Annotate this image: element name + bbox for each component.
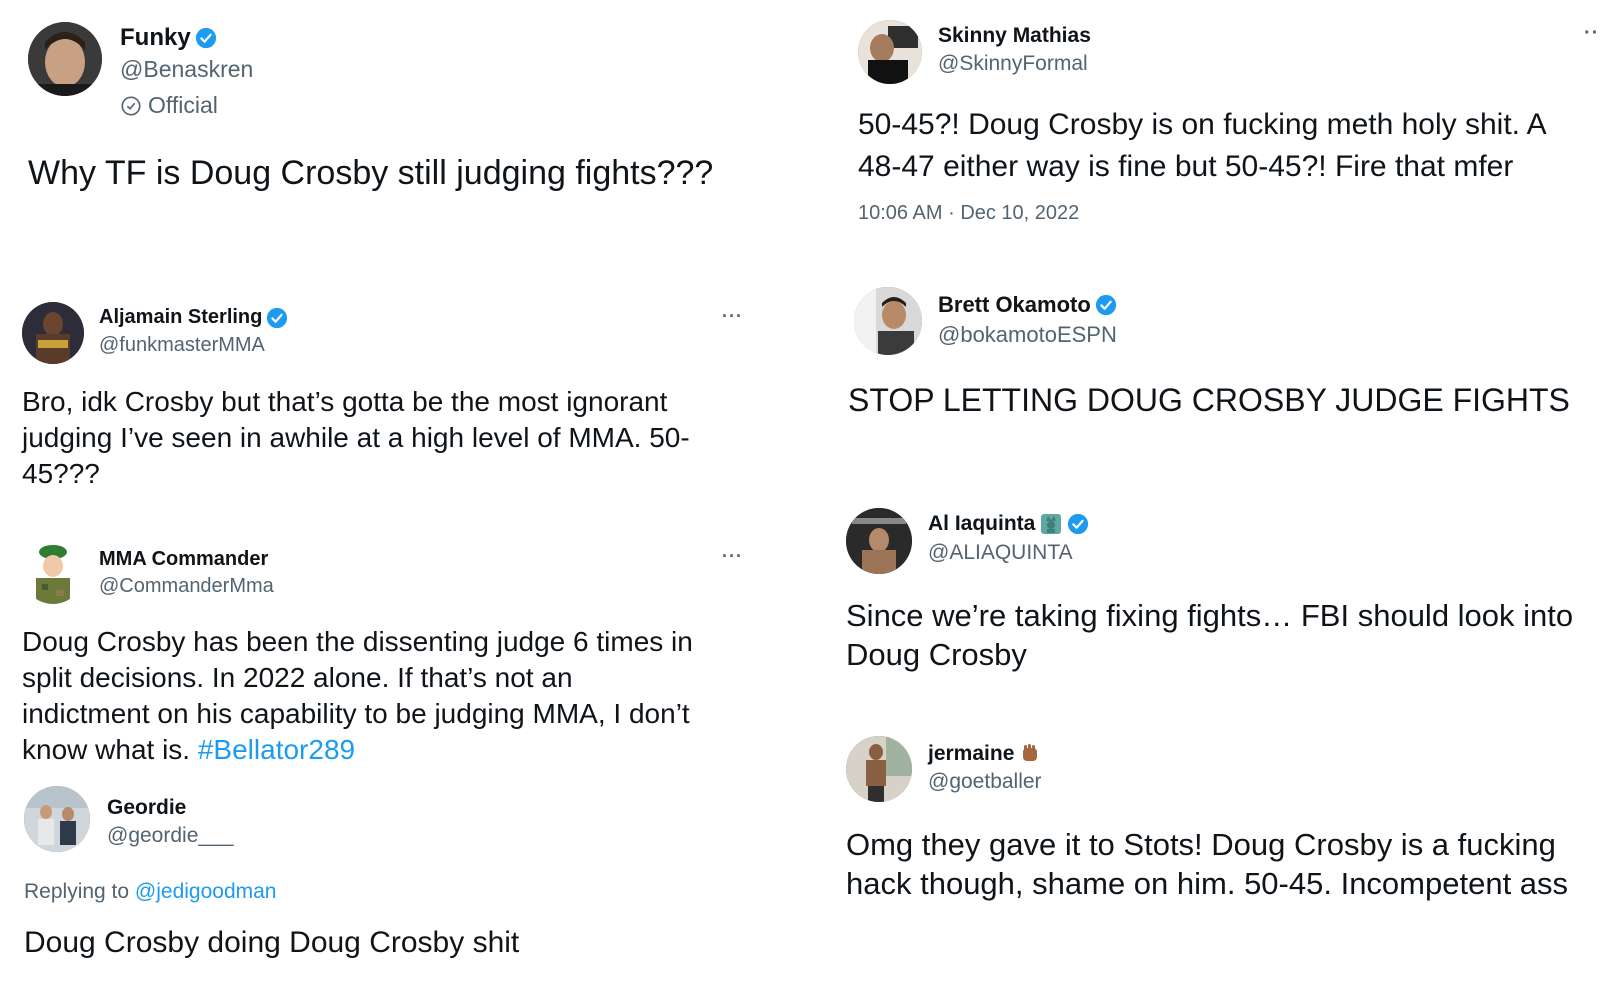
more-options-button[interactable]: ·· (1584, 22, 1599, 45)
tweet-text-line: Bro, idk Crosby but that’s gotta be the … (22, 386, 668, 417)
author-handle[interactable]: @CommanderMma (99, 575, 274, 598)
avatar-image (858, 20, 922, 84)
author-handle[interactable]: @bokamotoESPN (938, 322, 1117, 348)
verified-badge-icon (195, 27, 217, 49)
tweet-text-line: split decisions. In 2022 alone. If that’… (22, 662, 573, 693)
avatar[interactable] (858, 20, 922, 84)
tweet-text: Doug Crosby doing Doug Crosby shit (24, 926, 520, 959)
raised-fist-icon (1018, 742, 1042, 766)
tweet-text-line: 50-45?! Doug Crosby is on fucking meth h… (858, 108, 1547, 141)
tweet-text: STOP LETTING DOUG CROSBY JUDGE FIGHTS (848, 382, 1570, 418)
tweet-text: Why TF is Doug Crosby still judging figh… (28, 154, 714, 192)
tweet-text: 50-45?! Doug Crosby is on fucking meth h… (858, 104, 1547, 188)
avatar[interactable] (854, 287, 922, 355)
author-name-text: jermaine (928, 742, 1015, 765)
author-handle[interactable]: @SkinnyFormal (938, 52, 1088, 76)
author-name-text: Al Iaquinta (928, 512, 1036, 535)
avatar[interactable] (846, 508, 912, 574)
author-name[interactable]: Funky (120, 24, 217, 52)
tweet-text: Doug Crosby has been the dissenting judg… (22, 624, 693, 768)
avatar-image (22, 302, 84, 364)
tweet-text-line: Doug Crosby has been the dissenting judg… (22, 626, 693, 657)
replying-to: Replying to @jedigoodman (24, 880, 276, 904)
tweet-text-line: hack though, shame on him. 50-45. Incomp… (846, 866, 1569, 901)
author-handle[interactable]: @Benaskren (120, 56, 253, 83)
avatar-image (24, 786, 90, 852)
tweet-text-line: 45??? (22, 458, 100, 489)
tweet-timestamp[interactable]: 10:06 AM · Dec 10, 2022 (858, 202, 1079, 225)
separator: · (948, 202, 955, 224)
tweet-text: Bro, idk Crosby but that’s gotta be the … (22, 384, 690, 492)
tweet-text-line: Omg they gave it to Stots! Doug Crosby i… (846, 827, 1556, 862)
avatar[interactable] (22, 302, 84, 364)
avatar-image (846, 508, 912, 574)
official-badge-icon (120, 95, 142, 117)
tweet-text: Omg they gave it to Stots! Doug Crosby i… (846, 825, 1568, 903)
tweet-text-line: know what is. #Bellator289 (22, 732, 693, 768)
author-name[interactable]: MMA Commander (99, 548, 268, 571)
author-name[interactable]: Skinny Mathias (938, 24, 1091, 48)
verified-badge-icon (1095, 294, 1117, 316)
tweet-text-line: 48-47 either way is fine but 50-45?! Fir… (858, 150, 1514, 183)
avatar-image (854, 287, 922, 355)
author-name[interactable]: jermaine (928, 742, 1042, 766)
author-handle[interactable]: @geordie___ (107, 824, 233, 848)
author-name[interactable]: Geordie (107, 796, 186, 820)
official-label: Official (120, 92, 218, 119)
avatar-image (846, 736, 912, 802)
avatar[interactable] (22, 542, 84, 604)
author-name[interactable]: Aljamain Sterling (99, 306, 288, 329)
more-options-button[interactable]: ··· (722, 306, 743, 327)
verified-badge-icon (1067, 513, 1089, 535)
hashtag-link[interactable]: #Bellator289 (198, 734, 355, 765)
replying-to-label: Replying to (24, 880, 130, 903)
tweet-text: Since we’re taking fixing fights… FBI sh… (846, 596, 1573, 674)
author-handle[interactable]: @goetballer (928, 770, 1042, 794)
author-name-text: Aljamain Sterling (99, 306, 263, 328)
tweet-text-line: judging I’ve seen in awhile at a high le… (22, 422, 690, 453)
statue-of-liberty-icon (1039, 512, 1063, 536)
verified-badge-icon (266, 307, 288, 329)
tweet-time: 10:06 AM (858, 202, 943, 224)
tweet-text-fragment: know what is. (22, 734, 191, 765)
more-options-button[interactable]: ··· (722, 546, 743, 567)
author-handle[interactable]: @ALIAQUINTA (928, 541, 1073, 565)
avatar-image (28, 22, 102, 96)
tweet-date: Dec 10, 2022 (960, 202, 1080, 224)
author-name[interactable]: Al Iaquinta (928, 512, 1089, 536)
author-name-text: Brett Okamoto (938, 292, 1091, 317)
tweet-text-line: indictment on his capability to be judgi… (22, 698, 690, 729)
avatar[interactable] (28, 22, 102, 96)
avatar-image (22, 542, 84, 604)
author-name-text: Funky (120, 24, 191, 51)
author-name[interactable]: Brett Okamoto (938, 292, 1117, 318)
author-handle[interactable]: @funkmasterMMA (99, 334, 265, 357)
tweet-text-line: Doug Crosby (846, 637, 1027, 672)
avatar[interactable] (846, 736, 912, 802)
replying-to-link[interactable]: @jedigoodman (135, 880, 277, 903)
official-label-text: Official (148, 92, 218, 118)
tweet-text-line: Since we’re taking fixing fights… FBI sh… (846, 598, 1574, 633)
avatar[interactable] (24, 786, 90, 852)
